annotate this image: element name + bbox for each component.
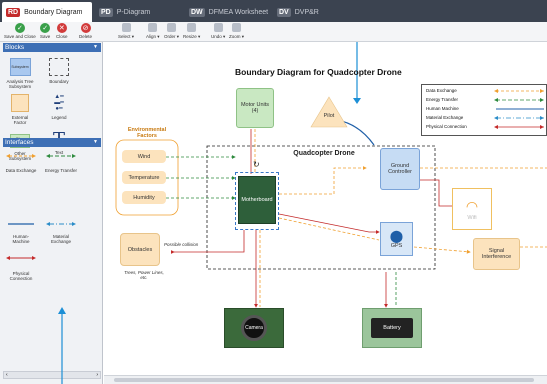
undo-icon <box>213 23 223 32</box>
legend-box[interactable]: Data Exchange Energy Transfer Human Mach… <box>421 84 547 136</box>
palette-material-exchange[interactable]: Material Exchange <box>44 220 78 244</box>
tab-label: Boundary Diagram <box>24 8 83 16</box>
caret-down-icon: ▼ <box>93 139 98 145</box>
tab-badge: PD <box>99 7 113 17</box>
tab-bar: RD Boundary Diagram PD P-Diagram DW DFME… <box>0 0 547 22</box>
tab-badge: DW <box>189 7 205 17</box>
tab-badge: DV <box>277 7 291 17</box>
legend-list-icon: ▲━ ▬━ ●━ <box>54 94 64 112</box>
sidebar-palette: Blocks ▼ Subsystem Analysis Tree Subsyste… <box>0 42 103 384</box>
pilot-label: Pilot <box>323 113 335 119</box>
env-wind[interactable]: Wind <box>122 150 166 163</box>
resize-button[interactable]: Resize ▾ <box>183 23 200 40</box>
ground-controller-node[interactable]: Ground Controller <box>380 148 420 190</box>
location-pin-icon: ⬤ <box>389 229 404 243</box>
obstacles-node[interactable]: Obstacles <box>120 233 160 266</box>
palette-analysis-tree-subsystem[interactable]: Subsystem Analysis Tree Subsystem <box>6 58 34 89</box>
palette-physical-connection[interactable]: Physical Connection <box>4 254 38 281</box>
obstacle-collision-link-bend <box>235 230 245 253</box>
controller-wifi-physical <box>420 179 452 207</box>
signal-interference-node[interactable]: Signal Interference <box>473 238 520 270</box>
legend-row-data-exchange: Data Exchange <box>426 88 457 93</box>
wifi-icon: ◠ <box>465 197 479 214</box>
external-factor-swatch <box>11 94 29 112</box>
tab-dvpr[interactable]: DV DVP&R <box>273 2 359 22</box>
select-button[interactable]: Select ▾ <box>118 23 134 40</box>
align-icon <box>148 23 158 32</box>
palette-human-machine[interactable]: Human-Machine <box>4 220 38 244</box>
motor-units-node[interactable]: Motor Units (4) <box>236 88 274 128</box>
check-icon: ✓ <box>14 23 25 33</box>
select-icon <box>121 23 131 32</box>
boundary-swatch <box>49 58 69 76</box>
toolbar: ✓ Save and Close ✓ Save ✕ Close ⊘ Delete… <box>0 22 547 42</box>
undo-button[interactable]: Undo ▾ <box>211 23 225 40</box>
delete-icon: ⊘ <box>80 23 91 33</box>
scroll-right-icon: › <box>96 372 98 378</box>
battery-icon: Battery <box>371 318 413 338</box>
rotate-handle-icon[interactable]: ↻ <box>253 160 260 169</box>
resize-icon <box>187 23 197 32</box>
order-button[interactable]: Order ▾ <box>164 23 179 40</box>
tab-label: DVP&R <box>294 8 319 16</box>
data-exchange-line-icon <box>6 154 36 158</box>
diagram-canvas[interactable]: Boundary Diagram for Quadcopter Drone Mo… <box>104 42 547 384</box>
motherboard-node[interactable]: Motherboard <box>238 176 276 224</box>
tab-p-diagram[interactable]: PD P-Diagram <box>95 2 183 22</box>
pointer-arrowhead-top <box>353 98 361 104</box>
palette-energy-transfer[interactable]: Energy Transfer <box>44 152 78 173</box>
mb-gps-data <box>278 217 380 241</box>
align-button[interactable]: Align ▾ <box>146 23 160 40</box>
gps-node[interactable]: ⬤ GPS <box>380 222 413 256</box>
env-humidity[interactable]: Humidity <box>122 191 166 204</box>
tab-dfmea-worksheet[interactable]: DW DFMEA Worksheet <box>185 2 271 22</box>
env-factors-title: Environmental Factors <box>127 127 167 139</box>
legend-row-physical-connection: Physical Connection <box>426 124 467 129</box>
camera-lens-icon: Camera <box>241 315 267 341</box>
delete-button[interactable]: ⊘ Delete <box>79 23 92 39</box>
palette-external-factor[interactable]: External Factor <box>6 94 34 125</box>
tab-label: DFMEA Worksheet <box>208 8 269 16</box>
zoom-icon <box>232 23 241 32</box>
order-icon <box>167 23 176 32</box>
possible-collision-label: Possible collision <box>164 242 199 247</box>
palette-boundary[interactable]: Boundary <box>45 58 73 84</box>
legend-row-energy-transfer: Energy Transfer <box>426 97 459 102</box>
blocks-section-header[interactable]: Blocks ▼ <box>3 43 101 52</box>
material-exchange-line-icon <box>46 222 76 226</box>
scroll-left-icon: ‹ <box>6 372 8 378</box>
mb-controller-data-link <box>279 166 367 195</box>
canvas-horizontal-scrollbar[interactable] <box>104 375 547 384</box>
wifi-node[interactable]: ◠ Wifi <box>452 188 492 230</box>
tab-label: P-Diagram <box>116 8 151 16</box>
energy-transfer-line-icon <box>46 154 76 158</box>
zoom-button[interactable]: Zoom ▾ <box>229 23 244 40</box>
palette-data-exchange[interactable]: Data Exchange <box>4 152 38 173</box>
legend-row-material-exchange: Material Exchange <box>426 115 464 120</box>
human-machine-line-icon <box>8 223 34 225</box>
caret-down-icon: ▼ <box>93 44 98 50</box>
system-title: Quadcopter Drone <box>293 149 355 157</box>
pointer-arrow-bottom <box>58 307 66 384</box>
palette-legend[interactable]: ▲━ ▬━ ●━ Legend <box>45 94 73 120</box>
gps-signal-link <box>413 246 471 254</box>
save-and-close-button[interactable]: ✓ Save and Close <box>4 23 36 39</box>
close-icon: ✕ <box>56 23 67 33</box>
diagram-title: Boundary Diagram for Quadcopter Drone <box>235 67 402 77</box>
save-button[interactable]: ✓ Save <box>40 23 50 39</box>
check-icon: ✓ <box>40 23 51 33</box>
camera-node[interactable]: Camera <box>224 308 284 348</box>
obstacle-note: Trees, Power Lines, etc. <box>124 270 164 280</box>
scrollbar-thumb[interactable] <box>114 378 534 382</box>
physical-connection-line-icon <box>6 256 36 260</box>
battery-node[interactable]: Battery <box>362 308 422 348</box>
legend-swatches <box>494 89 544 129</box>
legend-row-human-machine: Human Machine <box>426 106 459 111</box>
sidebar-horizontal-scrollbar[interactable]: ‹ › <box>3 371 101 379</box>
interfaces-section-header[interactable]: Interfaces ▼ <box>3 138 101 147</box>
close-button[interactable]: ✕ Close <box>56 23 68 39</box>
env-temperature[interactable]: Temperature <box>122 171 166 184</box>
tab-badge: RD <box>6 7 21 17</box>
tab-boundary-diagram[interactable]: RD Boundary Diagram <box>2 2 92 22</box>
